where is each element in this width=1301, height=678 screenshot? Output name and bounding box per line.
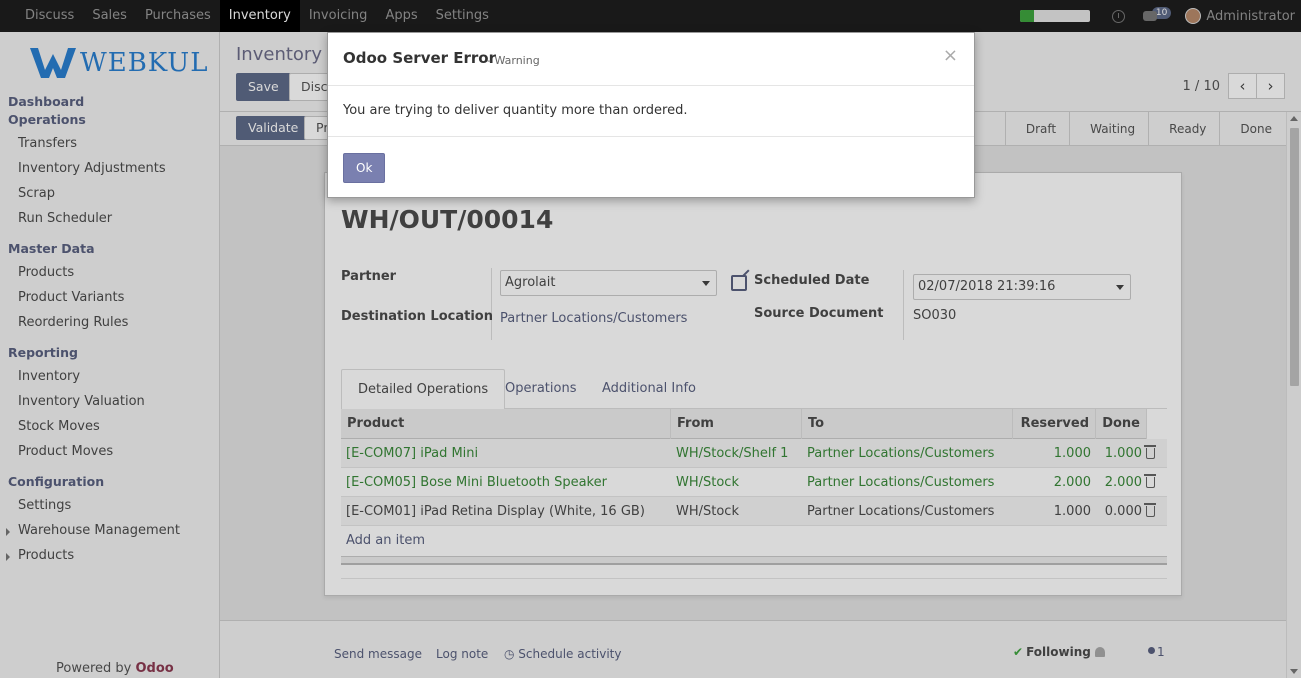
ok-button[interactable]: Ok — [343, 153, 386, 183]
close-icon[interactable]: × — [943, 45, 958, 66]
dialog-header: Odoo Server Error - Warning × — [328, 33, 974, 86]
error-dialog: Odoo Server Error - Warning × You are tr… — [327, 32, 975, 198]
dialog-footer-divider — [328, 136, 974, 137]
dialog-message: You are trying to deliver quantity more … — [343, 103, 688, 118]
dialog-title: Odoo Server Error — [343, 49, 497, 67]
dialog-subtitle: - Warning — [487, 54, 540, 67]
